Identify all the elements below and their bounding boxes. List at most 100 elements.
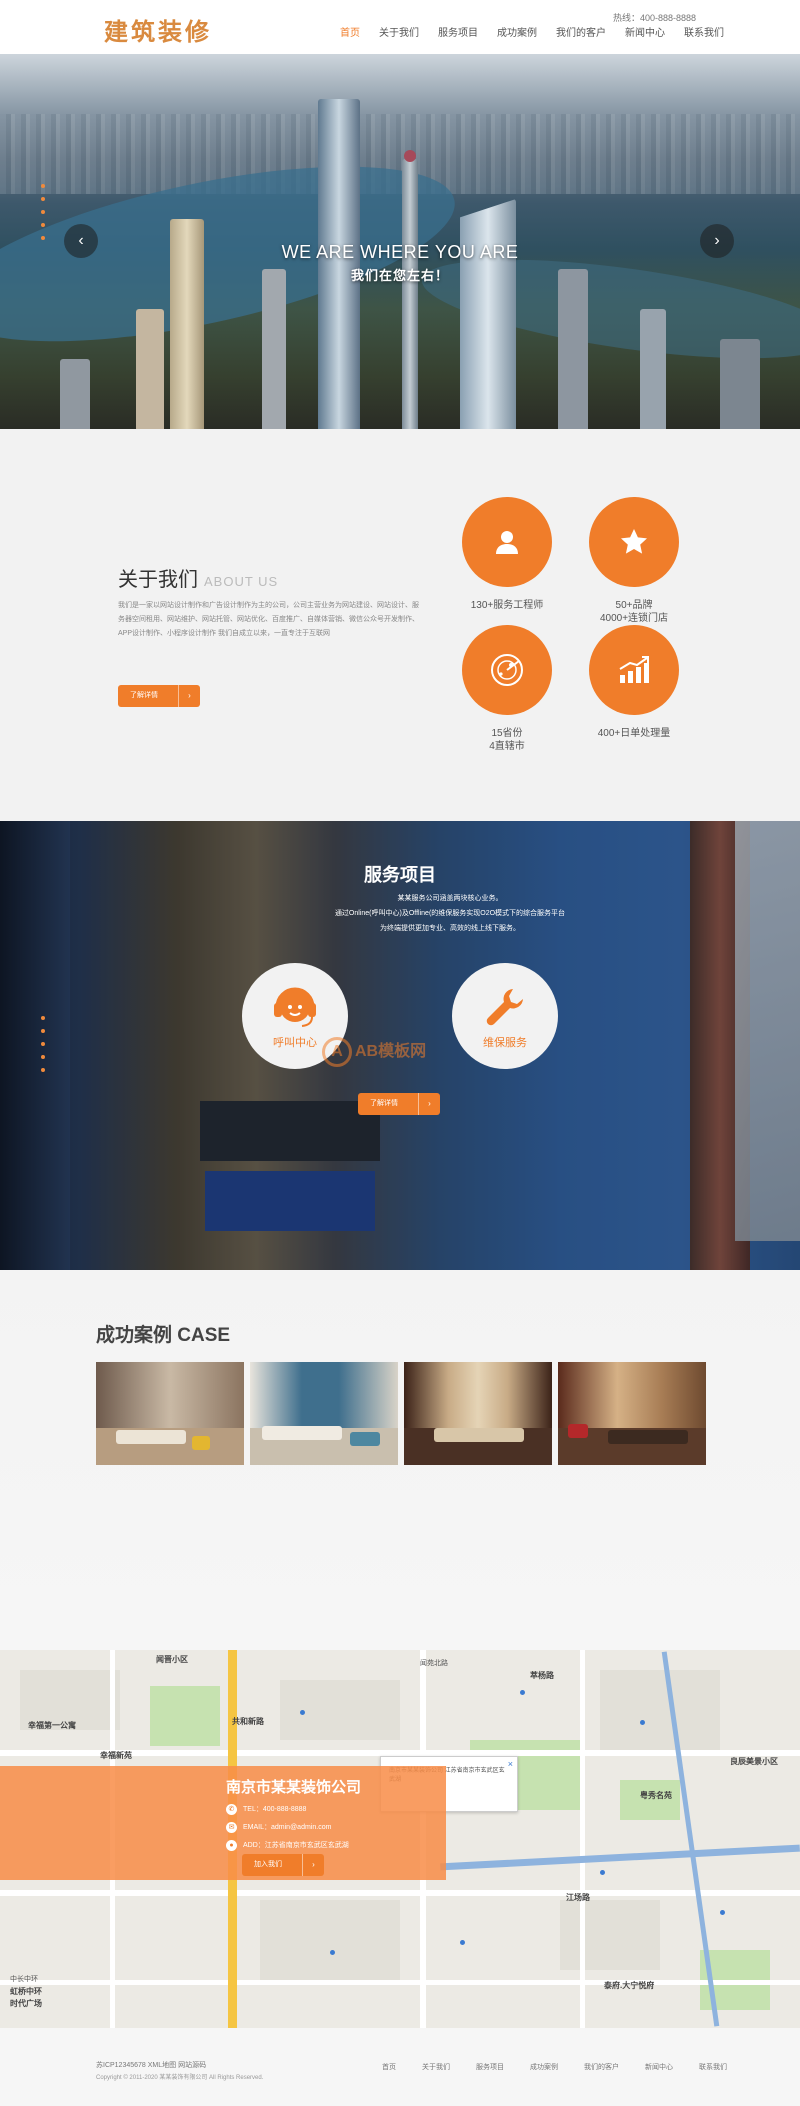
stat-label-line: 400+日单处理量: [597, 728, 671, 739]
footer-nav-about[interactable]: 关于我们: [422, 2062, 450, 2072]
site-footer: 苏ICP12345678 XML地图 网站源码 Copyright © 2011…: [0, 2028, 800, 2106]
stat-label-line: 15省份: [491, 728, 523, 739]
nav-home[interactable]: 首页: [340, 24, 360, 39]
map-poi-icon: [600, 1870, 605, 1875]
watermark-logo: A AB模板网: [322, 1037, 426, 1067]
stat-engineers: 130+服务工程师: [447, 497, 567, 612]
footer-nav-contact[interactable]: 联系我们: [699, 2062, 727, 2072]
footer-icp[interactable]: 苏ICP12345678 XML地图 网站源码: [96, 2060, 206, 2070]
contact-overlay: 南京市某某装饰公司 ✆ TEL：400-888-8888 ✉ EMAIL：admin…: [0, 1766, 446, 1880]
service-maintenance[interactable]: 维保服务: [452, 963, 558, 1069]
map-block: [260, 1900, 400, 1980]
nav-services[interactable]: 服务项目: [438, 24, 478, 39]
about-title: 关于我们 ABOUT US: [118, 563, 278, 592]
footer-nav-clients[interactable]: 我们的客户: [584, 2062, 619, 2072]
building: [720, 339, 760, 429]
stat-label-line: 4000+连锁门店: [599, 613, 669, 624]
map-poi-icon: [520, 1690, 525, 1695]
about-title-cn: 关于我们: [118, 569, 198, 591]
main-nav: 首页 关于我们 服务项目 成功案例 我们的客户 新闻中心 联系我们: [340, 24, 743, 39]
services-more-label: 了解详情: [370, 1100, 398, 1107]
case-wall: [96, 1362, 244, 1428]
contact-tel: ✆ TEL：400-888-8888: [226, 1804, 306, 1815]
case-thumbnail[interactable]: [96, 1362, 244, 1465]
slider-dot[interactable]: [41, 184, 45, 188]
map-label: 泰府.大宁悦府: [604, 1981, 655, 1990]
slider-dot[interactable]: [41, 210, 45, 214]
map-poi-icon: [720, 1910, 725, 1915]
map-label: 萃杨路: [530, 1671, 554, 1680]
building: [136, 309, 164, 429]
services-desc-line: 通过Online(呼叫中心)及Offline(的维保服务实现O2O模式下的综合服…: [334, 910, 566, 917]
contact-email: ✉ EMAIL：admin@admin.com: [226, 1822, 331, 1833]
map-label: 中长中环: [10, 1976, 38, 1983]
building: [262, 269, 286, 429]
arrow-right-icon: ›: [178, 685, 200, 707]
section-dot[interactable]: [41, 1016, 45, 1020]
about-title-en: ABOUT US: [204, 574, 279, 589]
company-name: 南京市某某装饰公司: [226, 1779, 362, 1796]
building: [640, 309, 666, 429]
services-desc: 某某服务公司涵盖两块核心业务。 通过Online(呼叫中心)及Offline(的…: [300, 891, 600, 936]
footer-nav-services[interactable]: 服务项目: [476, 2062, 504, 2072]
case-thumbnail[interactable]: [250, 1362, 398, 1465]
stat-label-line: 130+服务工程师: [470, 600, 544, 611]
nav-cases[interactable]: 成功案例: [497, 24, 537, 39]
map-park: [150, 1686, 220, 1746]
building: [460, 199, 516, 429]
case-sofa: [434, 1428, 524, 1442]
footer-nav-cases[interactable]: 成功案例: [530, 2062, 558, 2072]
slider-dot[interactable]: [41, 236, 45, 240]
site-logo[interactable]: 建筑装修: [104, 12, 212, 47]
location-map[interactable]: 闻晋小区 幸福第一公寓 幸福新苑 萃杨路 虹桥中环 时代广场 共和新路 江场路 …: [0, 1650, 800, 2028]
case-sofa: [116, 1430, 186, 1444]
section-dot[interactable]: [41, 1029, 45, 1033]
wrench-icon: [452, 985, 558, 1034]
user-icon: [462, 497, 552, 587]
headset-icon: [242, 983, 348, 1034]
section-dot[interactable]: [41, 1042, 45, 1046]
services-more-button[interactable]: 了解详情 ›: [358, 1093, 440, 1115]
nav-news[interactable]: 新闻中心: [625, 24, 665, 39]
map-label: 江场路: [566, 1893, 590, 1902]
building: [318, 99, 360, 429]
nav-about[interactable]: 关于我们: [379, 24, 419, 39]
footer-nav-news[interactable]: 新闻中心: [645, 2062, 673, 2072]
map-poi-icon: [330, 1950, 335, 1955]
nav-contact[interactable]: 联系我们: [684, 24, 724, 39]
watermark-a-icon: A: [322, 1037, 352, 1067]
close-icon[interactable]: ×: [508, 1759, 513, 1769]
slider-pagination: [41, 184, 45, 249]
services-desc-line: 某某服务公司涵盖两块核心业务。: [397, 895, 503, 902]
stat-label: 15省份 4直辖市: [447, 727, 567, 753]
about-more-button[interactable]: 了解详情 ›: [118, 685, 200, 707]
section-dot[interactable]: [41, 1068, 45, 1072]
case-thumbnail[interactable]: [404, 1362, 552, 1465]
star-icon: [589, 497, 679, 587]
section-dot[interactable]: [41, 1055, 45, 1059]
map-poi-icon: [460, 1940, 465, 1945]
map-label: 时代广场: [10, 1999, 42, 2008]
cases-section: 成功案例 CASE: [0, 1270, 800, 1650]
slider-dot[interactable]: [41, 223, 45, 227]
building: [558, 269, 588, 429]
footer-nav-home[interactable]: 首页: [382, 2062, 396, 2072]
stat-label-line: 50+品牌: [615, 600, 653, 611]
stat-provinces: 15省份 4直辖市: [447, 625, 567, 753]
mail-icon: ✉: [226, 1822, 237, 1833]
nav-clients[interactable]: 我们的客户: [556, 24, 606, 39]
join-us-button[interactable]: 加入我们 ›: [242, 1854, 324, 1876]
map-block: [280, 1680, 400, 1740]
case-wall: [250, 1362, 398, 1428]
stat-orders: 400+日单处理量: [574, 625, 694, 740]
service-label: 维保服务: [483, 1037, 527, 1049]
site-header: 建筑装修 热线：400-888-8888 首页 关于我们 服务项目 成功案例 我…: [0, 0, 800, 54]
stat-brands: 50+品牌 4000+连锁门店: [574, 497, 694, 625]
about-body: 我们是一家以网站设计制作和广告设计制作为主的公司，公司主营业务为网站建设、网站设…: [118, 602, 419, 637]
building: [60, 359, 90, 429]
slider-dot[interactable]: [41, 197, 45, 201]
case-wall: [404, 1362, 552, 1428]
contact-address: ● ADD：江苏省南京市玄武区玄武湖: [226, 1840, 349, 1851]
about-more-label: 了解详情: [130, 692, 158, 699]
case-thumbnail[interactable]: [558, 1362, 706, 1465]
